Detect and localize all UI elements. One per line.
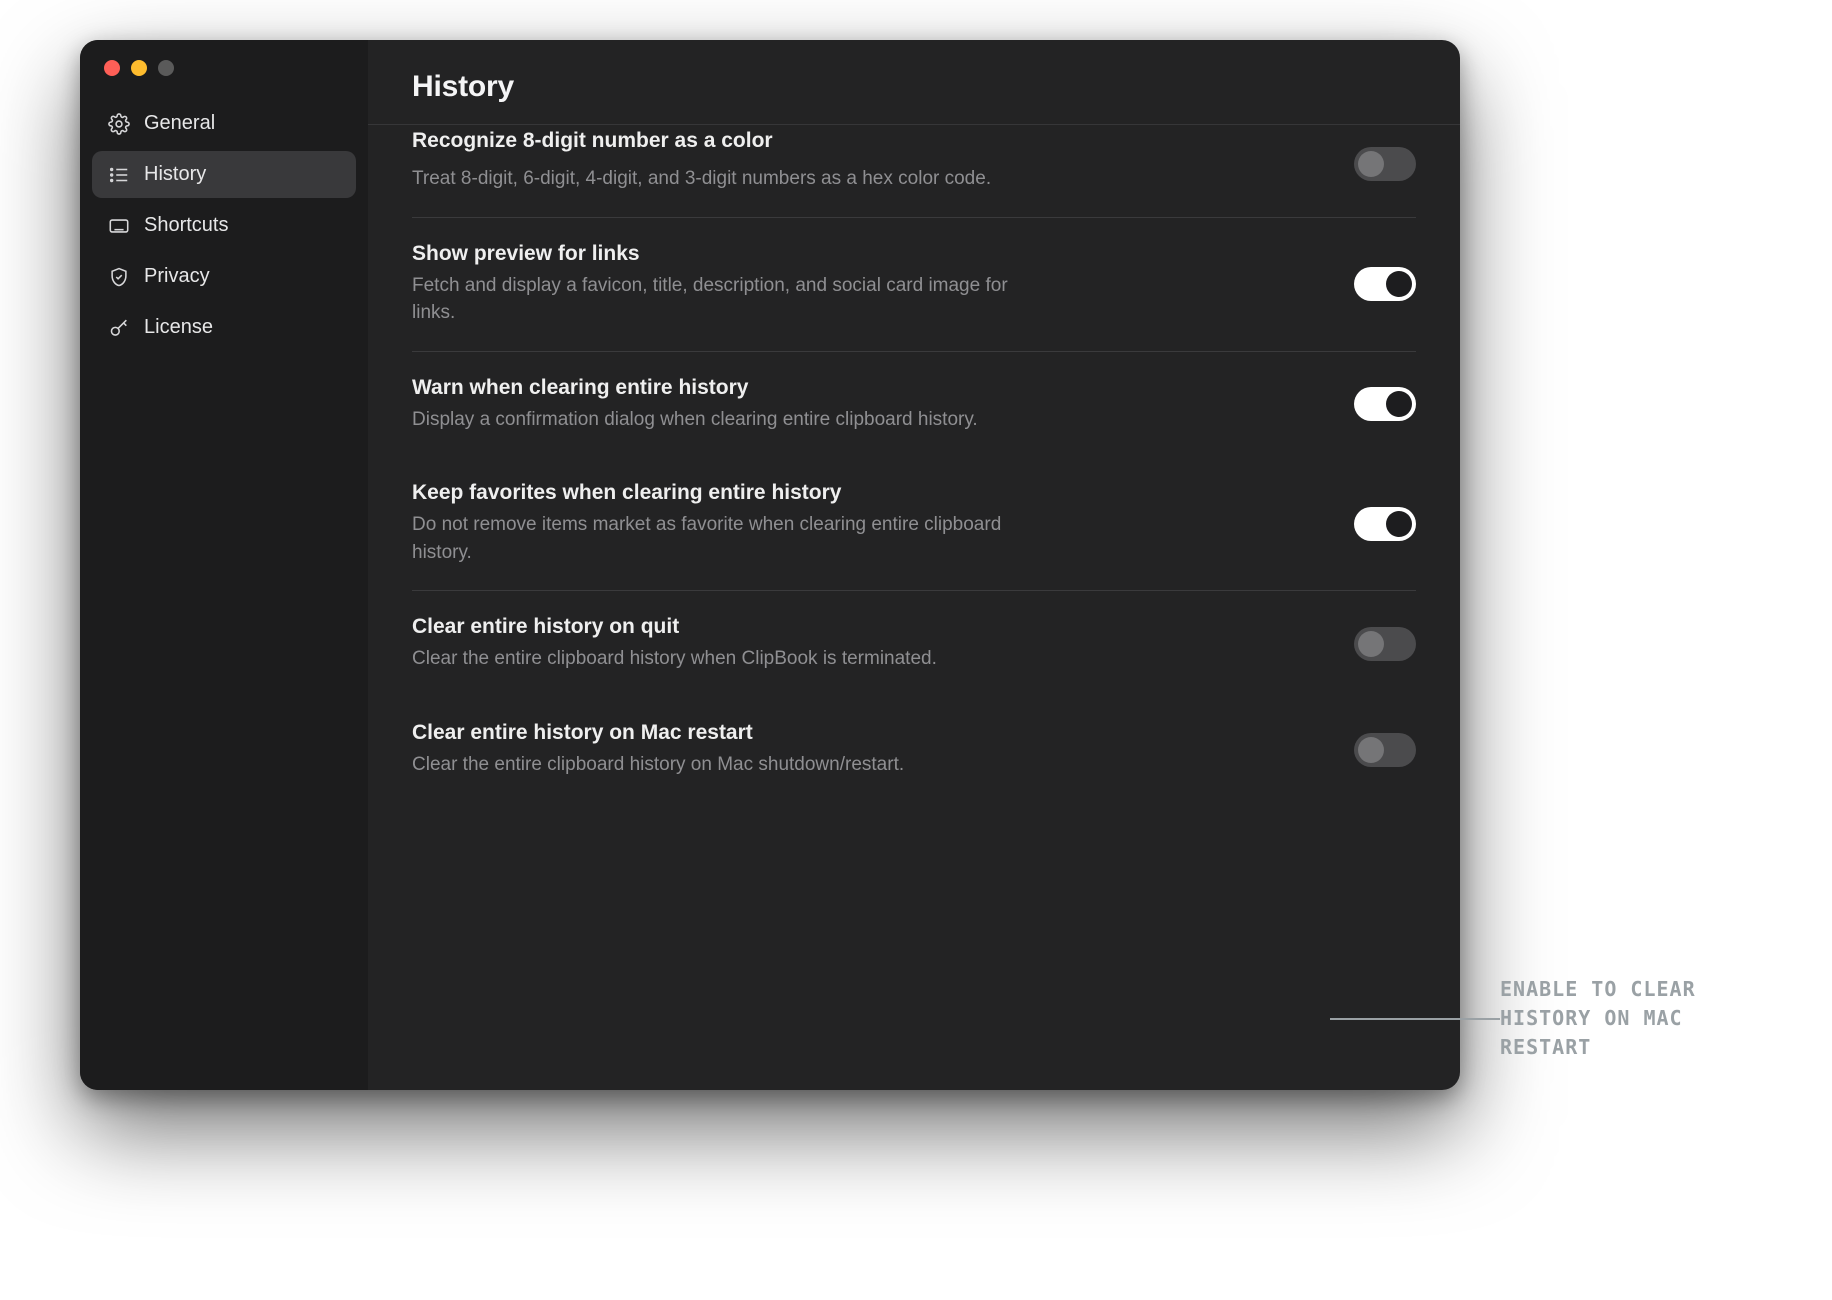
setting-row: Clear entire history on Mac restart Clear… xyxy=(412,697,1416,803)
sidebar-item-label: General xyxy=(144,112,215,135)
setting-title: Clear entire history on quit xyxy=(412,615,1314,639)
sidebar: General History Shortcuts xyxy=(80,40,368,1090)
settings-content: Recognize 8-digit number as a color Treat… xyxy=(368,125,1460,1090)
setting-text: Keep favorites when clearing entire hist… xyxy=(412,481,1314,566)
setting-text: Clear entire history on Mac restart Clear… xyxy=(412,721,1314,779)
window-controls xyxy=(80,60,368,100)
setting-text: Warn when clearing entire history Display… xyxy=(412,376,1314,434)
setting-text: Show preview for links Fetch and display … xyxy=(412,242,1314,327)
main-panel: History Recognize 8-digit number as a co… xyxy=(368,40,1460,1090)
setting-title: Clear entire history on Mac restart xyxy=(412,721,1314,745)
sidebar-item-history[interactable]: History xyxy=(92,151,356,198)
setting-toggle[interactable] xyxy=(1354,387,1416,421)
maximize-icon[interactable] xyxy=(158,60,174,76)
sidebar-item-license[interactable]: License xyxy=(92,304,356,351)
setting-text: Recognize 8-digit number as a colorTreat… xyxy=(412,135,1314,193)
sidebar-item-general[interactable]: General xyxy=(92,100,356,147)
callout-text: ENABLE TO CLEAR HISTORY ON MAC RESTART xyxy=(1500,975,1696,1062)
sidebar-item-label: History xyxy=(144,163,206,186)
callout-line xyxy=(1330,1018,1500,1020)
setting-title: Warn when clearing entire history xyxy=(412,376,1314,400)
setting-toggle[interactable] xyxy=(1354,147,1416,181)
setting-text: Clear entire history on quit Clear the en… xyxy=(412,615,1314,673)
page-title: History xyxy=(412,70,1416,104)
setting-row: Recognize 8-digit number as a color Treat… xyxy=(412,125,1416,217)
annotation-callout: ENABLE TO CLEAR HISTORY ON MAC RESTART xyxy=(1330,975,1696,1062)
sidebar-item-shortcuts[interactable]: Shortcuts xyxy=(92,202,356,249)
setting-toggle[interactable] xyxy=(1354,733,1416,767)
setting-toggle[interactable] xyxy=(1354,627,1416,661)
setting-toggle[interactable] xyxy=(1354,507,1416,541)
key-icon xyxy=(108,317,130,339)
keyboard-icon xyxy=(108,215,130,237)
setting-description: Do not remove items market as favorite w… xyxy=(412,511,1052,566)
sidebar-nav: General History Shortcuts xyxy=(80,100,368,351)
list-icon xyxy=(108,164,130,186)
minimize-icon[interactable] xyxy=(131,60,147,76)
setting-row: Warn when clearing entire history Display… xyxy=(412,352,1416,458)
sidebar-item-label: License xyxy=(144,316,213,339)
setting-toggle[interactable] xyxy=(1354,267,1416,301)
setting-description: Fetch and display a favicon, title, desc… xyxy=(412,272,1052,327)
setting-title: Show preview for links xyxy=(412,242,1314,266)
setting-title: Keep favorites when clearing entire hist… xyxy=(412,481,1314,505)
gear-icon xyxy=(108,113,130,135)
page-header: History xyxy=(368,40,1460,125)
setting-title: Recognize 8-digit number as a color xyxy=(412,129,1314,153)
setting-description: Treat 8-digit, 6-digit, 4-digit, and 3-d… xyxy=(412,165,1052,193)
setting-row: Clear entire history on quit Clear the en… xyxy=(412,591,1416,697)
sidebar-item-label: Privacy xyxy=(144,265,210,288)
shield-icon xyxy=(108,266,130,288)
setting-row: Keep favorites when clearing entire hist… xyxy=(412,457,1416,590)
setting-description: Display a confirmation dialog when clear… xyxy=(412,406,1052,434)
setting-description: Clear the entire clipboard history when … xyxy=(412,645,1052,673)
sidebar-item-label: Shortcuts xyxy=(144,214,228,237)
sidebar-item-privacy[interactable]: Privacy xyxy=(92,253,356,300)
settings-window: General History Shortcuts xyxy=(80,40,1460,1090)
setting-row: Show preview for links Fetch and display … xyxy=(412,218,1416,351)
close-icon[interactable] xyxy=(104,60,120,76)
setting-description: Clear the entire clipboard history on Ma… xyxy=(412,751,1052,779)
